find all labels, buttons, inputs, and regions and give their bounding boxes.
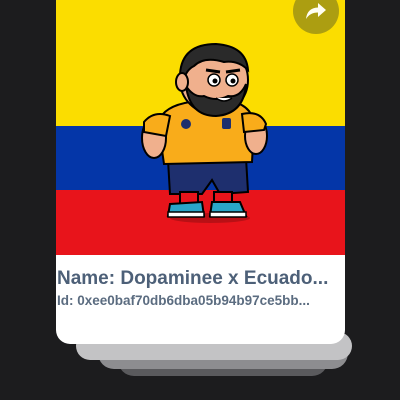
nft-name: Name: Dopaminee x Ecuado... [56, 267, 345, 291]
share-arrow-icon [306, 3, 326, 19]
name-label: Name: [57, 268, 121, 289]
cartoon-character [141, 42, 268, 223]
id-value: 0xee0baf70db6dba05b94b97ce5bb... [77, 293, 310, 308]
name-value: Dopaminee x Ecuado... [120, 268, 329, 289]
nft-image [56, 0, 345, 255]
nft-info: Name: Dopaminee x Ecuado... Id: 0xee0baf… [56, 267, 345, 311]
nft-screen: Name: Dopaminee x Ecuado... Id: 0xee0baf… [0, 0, 400, 400]
id-label: Id: [57, 293, 78, 308]
nft-id: Id: 0xee0baf70db6dba05b94b97ce5bb... [56, 291, 345, 311]
nft-card[interactable]: Name: Dopaminee x Ecuado... Id: 0xee0baf… [56, 0, 345, 344]
